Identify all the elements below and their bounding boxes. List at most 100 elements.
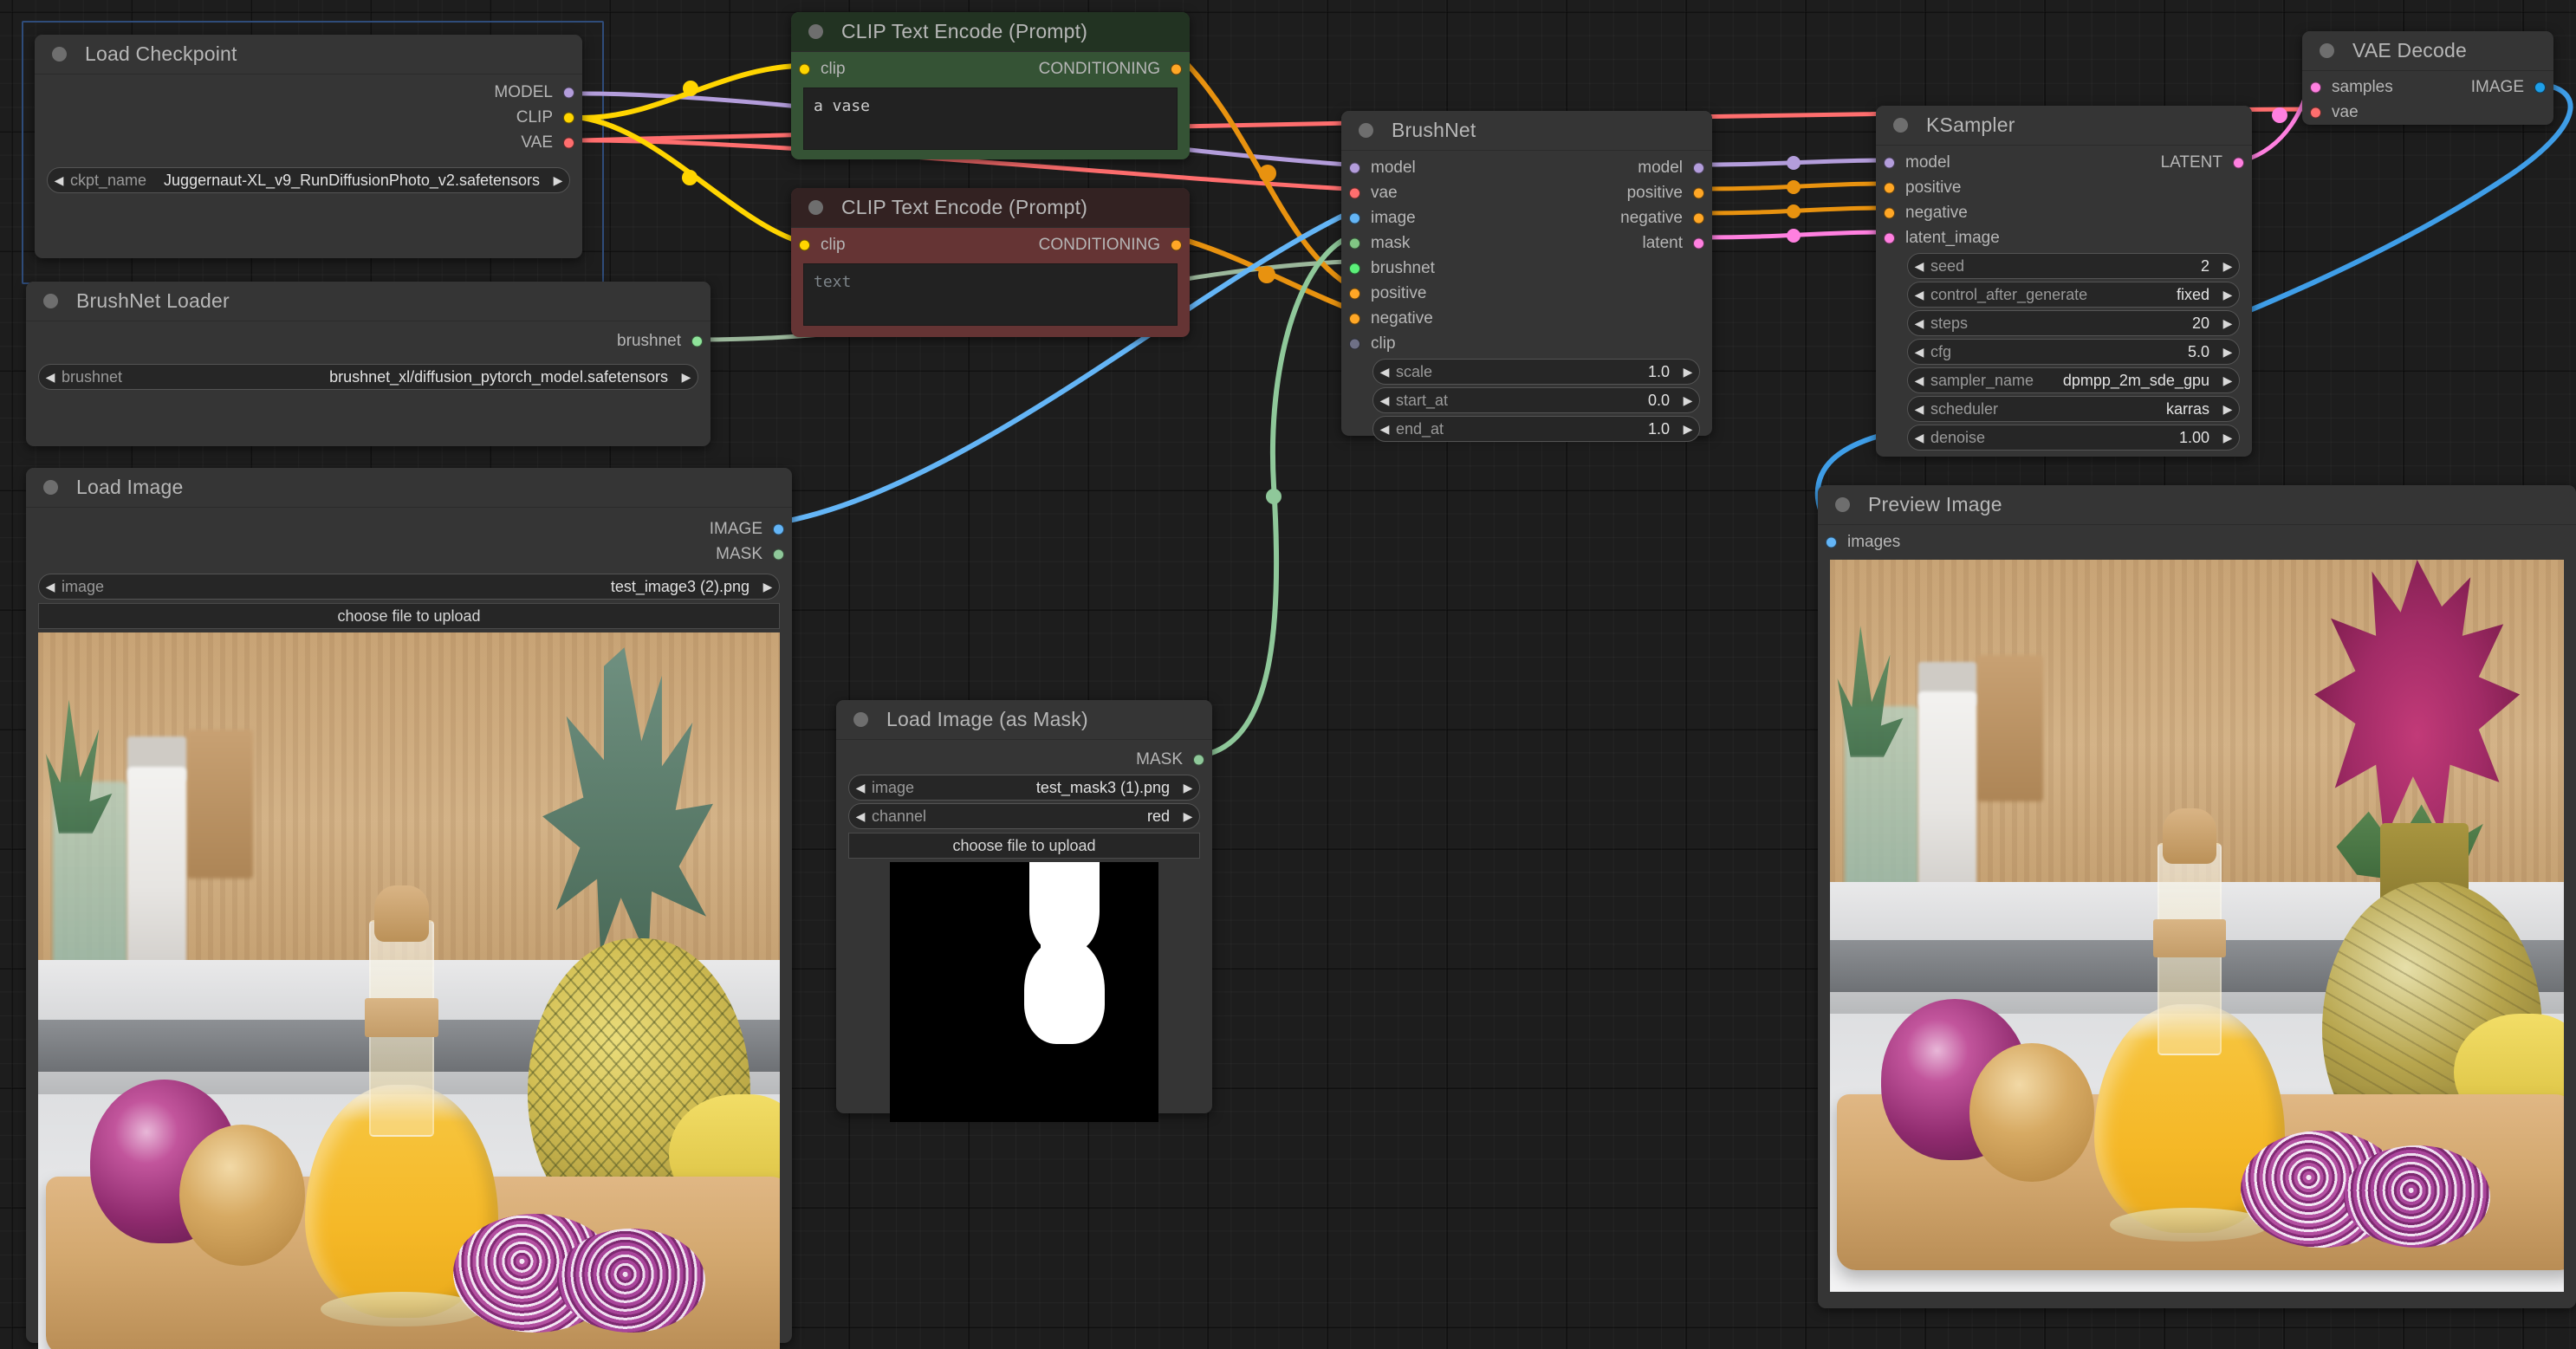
conditioning-port-dot-icon[interactable] (1171, 239, 1182, 250)
node-clip-text-encode-negative[interactable]: CLIP Text Encode (Prompt) clip CONDITION… (791, 188, 1190, 337)
widget-cfg[interactable]: ◀ cfg 5.0 ▶ (1907, 339, 2240, 365)
node-header[interactable]: CLIP Text Encode (Prompt) (791, 12, 1190, 52)
output-slot-brushnet[interactable]: brushnet (26, 328, 711, 353)
widget-seed[interactable]: ◀ seed 2 ▶ (1907, 253, 2240, 279)
chevron-left-icon[interactable]: ◀ (39, 371, 62, 383)
collapse-dot-icon[interactable] (43, 294, 58, 308)
collapse-dot-icon[interactable] (1359, 123, 1373, 138)
widget-end-at[interactable]: ◀ end_at 1.0 ▶ (1372, 416, 1700, 442)
chevron-left-icon[interactable]: ◀ (39, 580, 62, 593)
node-header[interactable]: BrushNet Loader (26, 282, 711, 321)
chevron-right-icon[interactable]: ▶ (1177, 810, 1199, 822)
node-header[interactable]: Load Image (26, 468, 792, 508)
node-header[interactable]: Load Checkpoint (35, 35, 582, 75)
chevron-right-icon[interactable]: ▶ (2216, 374, 2239, 386)
vae-port-dot-icon[interactable] (2310, 107, 2321, 118)
samples-port-dot-icon[interactable] (2310, 81, 2321, 93)
choose-file-to-upload-button[interactable]: choose file to upload (848, 833, 1200, 859)
collapse-dot-icon[interactable] (2320, 43, 2334, 58)
choose-file-to-upload-button[interactable]: choose file to upload (38, 603, 780, 629)
model-port-dot-icon[interactable] (563, 87, 574, 98)
chevron-right-icon[interactable]: ▶ (2216, 431, 2239, 444)
node-header[interactable]: CLIP Text Encode (Prompt) (791, 188, 1190, 228)
chevron-right-icon[interactable]: ▶ (2216, 260, 2239, 272)
output-slot-clip[interactable]: CLIP (35, 105, 582, 130)
chevron-left-icon[interactable]: ◀ (1908, 431, 1930, 444)
chevron-right-icon[interactable]: ▶ (2216, 346, 2239, 358)
widget-channel[interactable]: ◀ channel red ▶ (848, 803, 1200, 829)
node-load-image-as-mask[interactable]: Load Image (as Mask) MASK ◀ image test_m… (836, 700, 1212, 1122)
widget-start-at[interactable]: ◀ start_at 0.0 ▶ (1372, 387, 1700, 413)
node-brushnet-loader[interactable]: BrushNet Loader brushnet ◀ brushnet brus… (26, 282, 711, 446)
positive-out-port-dot-icon[interactable] (1693, 187, 1704, 198)
output-slot-vae[interactable]: VAE (35, 130, 582, 155)
node-clip-text-encode-positive[interactable]: CLIP Text Encode (Prompt) clip CONDITION… (791, 12, 1190, 159)
model-out-port-dot-icon[interactable] (1693, 162, 1704, 173)
chevron-left-icon[interactable]: ◀ (1908, 317, 1930, 329)
node-header[interactable]: BrushNet (1341, 111, 1712, 151)
brushnet-port-dot-icon[interactable] (691, 335, 703, 347)
collapse-dot-icon[interactable] (808, 24, 823, 39)
chevron-right-icon[interactable]: ▶ (756, 580, 779, 593)
mask-port-dot-icon[interactable] (773, 548, 784, 560)
brushnet-port-dot-icon[interactable] (1349, 263, 1360, 274)
image-port-dot-icon[interactable] (2534, 81, 2546, 93)
chevron-left-icon[interactable]: ◀ (849, 782, 872, 794)
node-header[interactable]: Preview Image (1818, 485, 2576, 525)
chevron-left-icon[interactable]: ◀ (1908, 346, 1930, 358)
mask-port-dot-icon[interactable] (1193, 754, 1204, 765)
prompt-textarea[interactable]: text (803, 263, 1178, 326)
output-slot-mask[interactable]: MASK (26, 542, 792, 567)
node-preview-image[interactable]: Preview Image images (1818, 485, 2576, 1308)
comfyui-graph-canvas[interactable]: Load Checkpoint MODEL CLIP VAE ◀ ckpt_na… (0, 0, 2576, 1349)
images-port-dot-icon[interactable] (1826, 536, 1837, 548)
chevron-right-icon[interactable]: ▶ (2216, 289, 2239, 301)
latent-image-port-dot-icon[interactable] (1884, 232, 1895, 243)
widget-denoise[interactable]: ◀ denoise 1.00 ▶ (1907, 425, 2240, 451)
chevron-left-icon[interactable]: ◀ (1373, 366, 1396, 378)
image-port-dot-icon[interactable] (1349, 212, 1360, 224)
chevron-left-icon[interactable]: ◀ (1373, 423, 1396, 435)
conditioning-port-dot-icon[interactable] (1171, 63, 1182, 75)
negative-port-dot-icon[interactable] (1349, 313, 1360, 324)
collapse-dot-icon[interactable] (52, 47, 67, 62)
node-header[interactable]: Load Image (as Mask) (836, 700, 1212, 740)
widget-sampler-name[interactable]: ◀ sampler_name dpmpp_2m_sde_gpu ▶ (1907, 367, 2240, 393)
vae-port-dot-icon[interactable] (563, 137, 574, 148)
node-ksampler[interactable]: KSampler model LATENT positive negative … (1876, 106, 2252, 457)
clip-port-dot-icon[interactable] (799, 239, 810, 250)
widget-scheduler[interactable]: ◀ scheduler karras ▶ (1907, 396, 2240, 422)
collapse-dot-icon[interactable] (1835, 497, 1850, 512)
node-header[interactable]: KSampler (1876, 106, 2252, 146)
chevron-left-icon[interactable]: ◀ (849, 810, 872, 822)
chevron-left-icon[interactable]: ◀ (48, 174, 70, 186)
mask-port-dot-icon[interactable] (1349, 237, 1360, 249)
output-slot-model[interactable]: MODEL (35, 80, 582, 105)
node-header[interactable]: VAE Decode (2302, 31, 2553, 71)
clip-port-dot-icon[interactable] (563, 112, 574, 123)
widget-control-after-generate[interactable]: ◀ control_after_generate fixed ▶ (1907, 282, 2240, 308)
widget-steps[interactable]: ◀ steps 20 ▶ (1907, 310, 2240, 336)
widget-image[interactable]: ◀ image test_mask3 (1).png ▶ (848, 775, 1200, 801)
collapse-dot-icon[interactable] (853, 712, 868, 727)
chevron-right-icon[interactable]: ▶ (675, 371, 698, 383)
chevron-right-icon[interactable]: ▶ (547, 174, 569, 186)
prompt-textarea[interactable]: a vase (803, 88, 1178, 150)
collapse-dot-icon[interactable] (1893, 118, 1908, 133)
collapse-dot-icon[interactable] (808, 200, 823, 215)
node-load-checkpoint[interactable]: Load Checkpoint MODEL CLIP VAE ◀ ckpt_na… (35, 35, 582, 258)
chevron-left-icon[interactable]: ◀ (1373, 394, 1396, 406)
chevron-right-icon[interactable]: ▶ (1677, 366, 1699, 378)
collapse-dot-icon[interactable] (43, 480, 58, 495)
vae-port-dot-icon[interactable] (1349, 187, 1360, 198)
chevron-right-icon[interactable]: ▶ (1177, 782, 1199, 794)
clip-port-dot-icon[interactable] (799, 63, 810, 75)
node-vae-decode[interactable]: VAE Decode samples IMAGE vae (2302, 31, 2553, 125)
widget-brushnet[interactable]: ◀ brushnet brushnet_xl/diffusion_pytorch… (38, 364, 698, 390)
model-port-dot-icon[interactable] (1884, 157, 1895, 168)
widget-ckpt-name[interactable]: ◀ ckpt_name Juggernaut-XL_v9_RunDiffusio… (47, 167, 570, 193)
chevron-right-icon[interactable]: ▶ (2216, 317, 2239, 329)
chevron-right-icon[interactable]: ▶ (2216, 403, 2239, 415)
node-load-image[interactable]: Load Image IMAGE MASK ◀ image test_image… (26, 468, 792, 1349)
negative-out-port-dot-icon[interactable] (1693, 212, 1704, 224)
